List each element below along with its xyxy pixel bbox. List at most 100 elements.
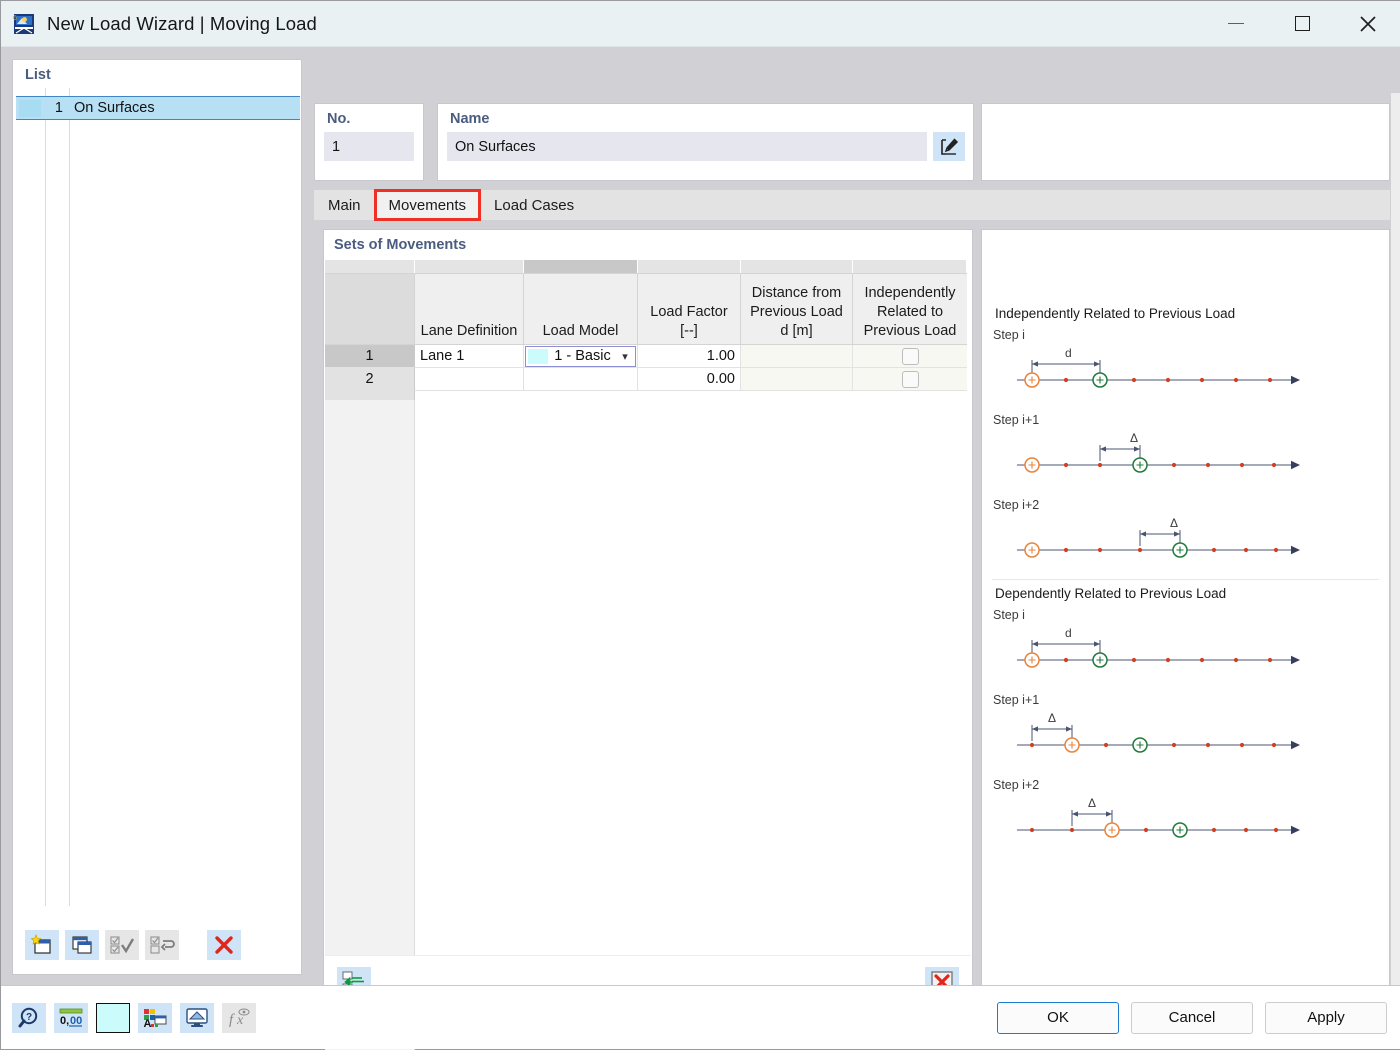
cell-load-model[interactable]: 1 - Basic ▾: [524, 345, 638, 368]
list-item-label: On Surfaces: [74, 100, 155, 116]
help-button[interactable]: ?: [12, 1002, 46, 1033]
display-properties-button[interactable]: A: [138, 1002, 172, 1033]
list-item-color-swatch: [19, 99, 41, 117]
load-model-value: 1 - Basic: [554, 348, 611, 364]
group-cell-model: [524, 260, 638, 273]
header-independent-line3: Previous Load: [863, 323, 957, 339]
header-load-model[interactable]: Load Model: [524, 273, 638, 345]
load-model-dropdown[interactable]: 1 - Basic ▾: [525, 345, 636, 367]
list-item-number: 1: [54, 100, 63, 116]
dialog-body: List 1 On Surfaces No. 1 Name On Surface…: [1, 47, 1400, 1050]
cell-load-model[interactable]: [524, 368, 638, 391]
palette-window-icon: A: [144, 1008, 167, 1029]
header-independent[interactable]: Independently Related to Previous Load: [853, 273, 967, 345]
row-number: 1: [325, 345, 415, 368]
step-diagram-2c: Δ: [1017, 796, 1300, 838]
apply-button[interactable]: Apply: [1265, 1001, 1387, 1034]
moving-load-icon: 6: [11, 11, 37, 37]
monitor-icon: [186, 1007, 208, 1027]
dim-label-delta: Δ: [1170, 516, 1178, 530]
invert-selection-button[interactable]: [145, 930, 179, 960]
formula-button[interactable]: f x: [222, 1002, 256, 1033]
footer-toolbar: ? 0, 00 A f x: [1, 1002, 256, 1033]
list-column-divider-1: [45, 88, 46, 906]
window-controls: [1203, 1, 1400, 47]
dialog-scrollbar[interactable]: [1391, 93, 1400, 1031]
dim-label-d: d: [1065, 626, 1072, 640]
dialog-footer: ? 0, 00 A f x OK Cancel Apply: [1, 985, 1400, 1049]
step-label-2c: Step i+2: [993, 778, 1040, 792]
header-distance-line3: d [m]: [780, 323, 813, 339]
number-format-button[interactable]: 0, 00: [54, 1002, 88, 1033]
copy-window-icon: [72, 936, 92, 954]
cancel-button[interactable]: Cancel: [1131, 1001, 1253, 1034]
header-load-factor-line1: Load Factor: [650, 304, 728, 320]
list-column-divider-2: [69, 88, 70, 906]
header-rownum: [325, 273, 415, 345]
maximize-icon: [1294, 16, 1310, 31]
view-settings-button[interactable]: [180, 1002, 214, 1033]
select-all-button[interactable]: [105, 930, 139, 960]
color-swatch-button[interactable]: [96, 1002, 130, 1033]
tab-load-cases[interactable]: Load Cases: [480, 190, 589, 220]
number-input[interactable]: 1: [324, 132, 414, 161]
cell-load-factor[interactable]: 1.00: [638, 345, 741, 368]
header-load-factor[interactable]: Load Factor [--]: [638, 273, 741, 345]
table-empty-fill: [325, 362, 415, 1050]
delete-item-button[interactable]: [207, 930, 241, 960]
fx-icon: f x: [229, 1008, 250, 1028]
cell-distance: [741, 368, 853, 391]
ok-button[interactable]: OK: [997, 1001, 1119, 1034]
step-label-1c: Step i+2: [993, 498, 1040, 512]
new-item-button[interactable]: [25, 930, 59, 960]
dim-label-d: d: [1065, 346, 1072, 360]
list-header: List: [25, 67, 51, 83]
group-cell-rownum: [325, 260, 415, 273]
chevron-down-icon: ▾: [622, 350, 628, 363]
movements-table: Lane Definition Load Model Load Factor […: [325, 260, 971, 400]
independent-checkbox[interactable]: [901, 347, 919, 365]
step-diagram-2b: Δ: [1017, 711, 1300, 753]
name-field-group: Name On Surfaces: [437, 103, 974, 181]
cell-lane-definition[interactable]: [415, 368, 524, 391]
tab-movements[interactable]: Movements: [373, 189, 482, 221]
cell-lane-definition[interactable]: Lane 1: [415, 345, 524, 368]
number-field-group: No. 1: [314, 103, 424, 181]
cell-distance: [741, 345, 853, 368]
close-button[interactable]: [1335, 1, 1400, 47]
minimize-button[interactable]: [1203, 1, 1269, 47]
row-number-filler: [325, 391, 415, 400]
cell-load-factor[interactable]: 0.00: [638, 368, 741, 391]
invert-selection-icon: [150, 936, 175, 954]
svg-text:A: A: [144, 1018, 152, 1029]
name-edit-button[interactable]: [933, 132, 965, 161]
svg-text:?: ?: [26, 1012, 32, 1023]
footer-buttons: OK Cancel Apply: [997, 1001, 1400, 1034]
independent-checkbox[interactable]: [901, 370, 919, 388]
diagram-section-independent: Independently Related to Previous Load S…: [982, 230, 1389, 571]
minimize-icon: [1228, 22, 1244, 25]
table-header-row: Lane Definition Load Model Load Factor […: [325, 273, 971, 345]
table-group-header-row: [325, 260, 971, 273]
header-distance[interactable]: Distance from Previous Load d [m]: [741, 273, 853, 345]
step-diagram-1c: Δ: [1017, 516, 1300, 558]
preview-panel: [981, 103, 1390, 181]
list-item[interactable]: 1 On Surfaces: [16, 96, 300, 120]
maximize-button[interactable]: [1269, 1, 1335, 47]
tab-main[interactable]: Main: [314, 190, 375, 220]
name-input[interactable]: On Surfaces: [447, 132, 927, 161]
cell-independent[interactable]: [853, 345, 967, 368]
header-lane-definition[interactable]: Lane Definition: [415, 273, 524, 345]
tab-strip: Main Movements Load Cases: [314, 189, 1390, 221]
step-label-1a: Step i: [993, 328, 1025, 342]
step-label-2b: Step i+1: [993, 693, 1040, 707]
cell-independent[interactable]: [853, 368, 967, 391]
new-window-star-icon: [30, 934, 51, 954]
dim-label-delta: Δ: [1088, 796, 1096, 810]
svg-text:00: 00: [70, 1015, 82, 1027]
table-row[interactable]: 2 0.00: [325, 368, 971, 391]
diagram-section-title-1: Independently Related to Previous Load: [995, 306, 1236, 321]
svg-text:f: f: [229, 1012, 235, 1028]
table-row[interactable]: 1 Lane 1 1 - Basic ▾ 1.00: [325, 345, 971, 368]
copy-item-button[interactable]: [65, 930, 99, 960]
